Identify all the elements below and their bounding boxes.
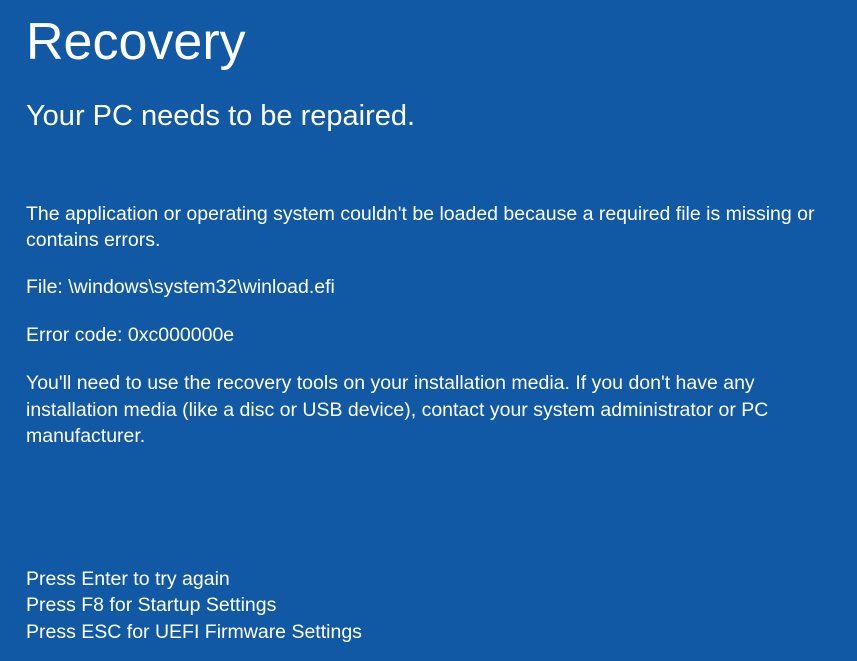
error-code-line: Error code: 0xc000000e bbox=[26, 322, 831, 348]
error-message: The application or operating system coul… bbox=[26, 201, 831, 254]
file-line: File: \windows\system32\winload.efi bbox=[26, 274, 831, 300]
file-path: \windows\system32\winload.efi bbox=[68, 276, 335, 298]
action-f8-startup-settings[interactable]: Press F8 for Startup Settings bbox=[26, 592, 362, 618]
recovery-instructions: You'll need to use the recovery tools on… bbox=[26, 370, 831, 449]
error-code-value: 0xc000000e bbox=[128, 324, 234, 346]
page-subtitle: Your PC needs to be repaired. bbox=[26, 100, 831, 133]
footer-actions: Press Enter to try again Press F8 for St… bbox=[26, 566, 362, 645]
body-block: The application or operating system coul… bbox=[26, 201, 831, 449]
error-code-label: Error code: bbox=[26, 324, 122, 346]
action-esc-uefi-settings[interactable]: Press ESC for UEFI Firmware Settings bbox=[26, 619, 362, 645]
action-enter-try-again[interactable]: Press Enter to try again bbox=[26, 566, 362, 592]
file-label: File: bbox=[26, 276, 63, 298]
page-title: Recovery bbox=[26, 12, 831, 72]
